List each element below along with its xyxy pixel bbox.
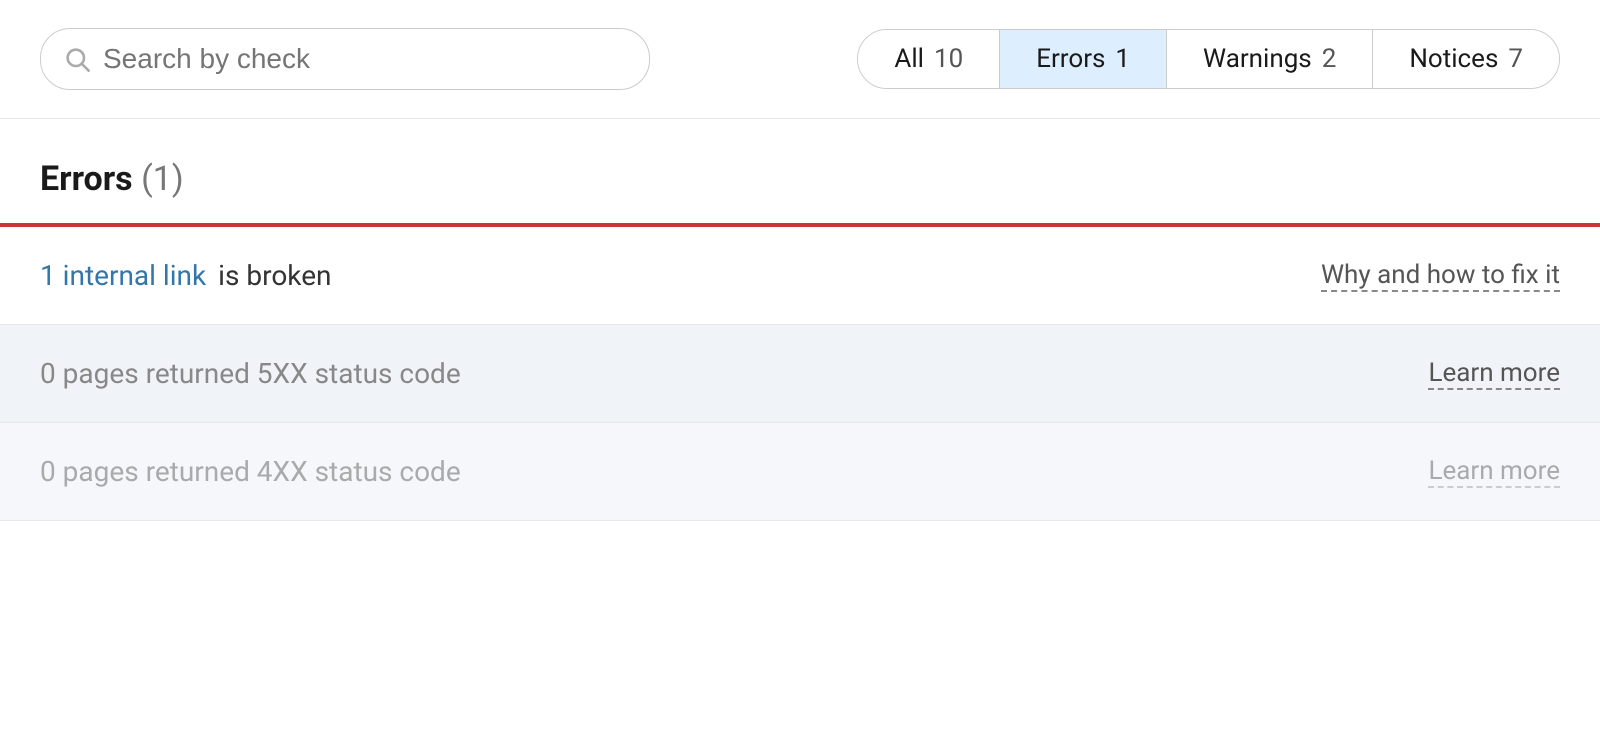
section-heading: Errors (1) [40, 159, 1560, 199]
tab-notices-label: Notices [1409, 44, 1498, 74]
tab-errors-count: 1 [1115, 44, 1130, 74]
tab-notices[interactable]: Notices 7 [1373, 30, 1559, 88]
tab-notices-count: 7 [1508, 44, 1523, 74]
check-row-4xx: 0 pages returned 4XX status code Learn m… [0, 423, 1600, 521]
search-icon [63, 45, 91, 73]
check-text: 1 internal link is broken [40, 259, 1261, 292]
tab-all-count: 10 [934, 44, 963, 74]
5xx-muted-text: 0 pages returned 5XX status code [40, 357, 461, 390]
main-content: Errors (1) [0, 119, 1600, 199]
tab-warnings[interactable]: Warnings 2 [1167, 30, 1373, 88]
tab-warnings-count: 2 [1322, 44, 1337, 74]
search-wrapper[interactable] [40, 28, 650, 90]
internal-link-part[interactable]: 1 internal link [40, 259, 206, 292]
check-row-internal-links: 1 internal link is broken Why and how to… [0, 227, 1600, 325]
check-text-5xx: 0 pages returned 5XX status code [40, 357, 1368, 390]
heading-text: Errors [40, 159, 133, 199]
tab-errors[interactable]: Errors 1 [1000, 30, 1167, 88]
5xx-learn-more[interactable]: Learn more [1428, 358, 1560, 390]
4xx-learn-more[interactable]: Learn more [1428, 456, 1560, 488]
top-bar: All 10 Errors 1 Warnings 2 Notices 7 [0, 0, 1600, 119]
checks-list: 1 internal link is broken Why and how to… [0, 227, 1600, 521]
filter-tabs: All 10 Errors 1 Warnings 2 Notices 7 [857, 29, 1560, 89]
tab-warnings-label: Warnings [1203, 44, 1312, 74]
internal-link-action[interactable]: Why and how to fix it [1321, 260, 1560, 292]
internal-link-plain: is broken [218, 259, 331, 292]
heading-count: (1) [141, 159, 184, 199]
tab-all-label: All [894, 44, 924, 74]
check-row-5xx: 0 pages returned 5XX status code Learn m… [0, 325, 1600, 423]
tab-all[interactable]: All 10 [858, 30, 1000, 88]
search-input[interactable] [103, 43, 627, 75]
4xx-muted-text: 0 pages returned 4XX status code [40, 455, 461, 488]
check-text-4xx: 0 pages returned 4XX status code [40, 455, 1368, 488]
tab-errors-label: Errors [1036, 44, 1105, 74]
